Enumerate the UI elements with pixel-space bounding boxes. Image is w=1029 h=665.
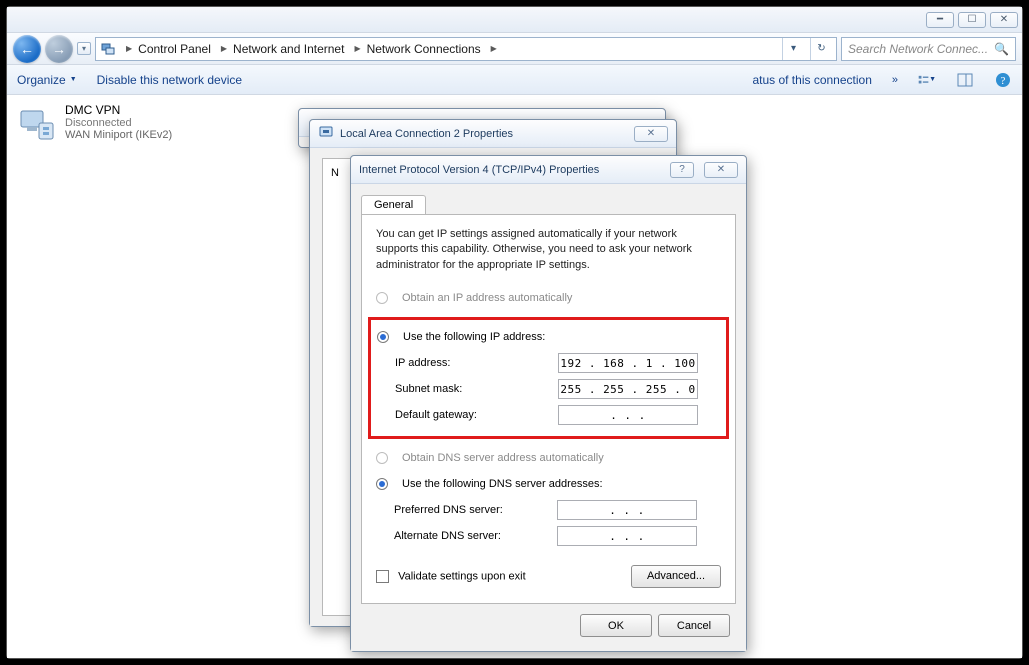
preferred-dns-label: Preferred DNS server: xyxy=(394,504,549,516)
organize-menu[interactable]: Organize ▼ xyxy=(17,73,77,87)
view-options-button[interactable]: ▼ xyxy=(918,71,936,89)
command-bar: Organize ▼ Disable this network device a… xyxy=(7,65,1022,95)
maximize-button[interactable]: ☐ xyxy=(958,12,986,28)
preview-pane-button[interactable] xyxy=(956,71,974,89)
ok-button[interactable]: OK xyxy=(580,614,652,637)
connection-text: DMC VPN Disconnected WAN Miniport (IKEv2… xyxy=(65,103,172,141)
chevron-right-icon: ▶ xyxy=(217,44,231,53)
validate-checkbox-row[interactable]: Validate settings upon exit xyxy=(376,570,526,583)
connection-name: DMC VPN xyxy=(65,103,172,117)
arrow-left-icon: ← xyxy=(20,41,34,57)
alternate-dns-label: Alternate DNS server: xyxy=(394,530,549,542)
default-gateway-label: Default gateway: xyxy=(395,409,550,421)
validate-label: Validate settings upon exit xyxy=(398,570,526,582)
radio-obtain-ip-label: Obtain an IP address automatically xyxy=(402,292,572,304)
breadcrumb-control-panel[interactable]: Control Panel xyxy=(138,42,211,56)
connection-status: Disconnected xyxy=(65,117,172,129)
radio-use-dns-row[interactable]: Use the following DNS server addresses: xyxy=(376,471,721,497)
lan-properties-title: Local Area Connection 2 Properties xyxy=(340,128,513,140)
radio-obtain-ip[interactable] xyxy=(376,292,388,304)
tcpip-description: You can get IP settings assigned automat… xyxy=(376,227,721,273)
ip-address-label: IP address: xyxy=(395,357,550,369)
organize-label: Organize xyxy=(17,73,66,87)
subnet-mask-input[interactable]: 255 . 255 . 255 . 0 xyxy=(558,379,698,399)
tab-strip: General xyxy=(361,192,736,214)
tcpip-titlebar[interactable]: Internet Protocol Version 4 (TCP/IPv4) P… xyxy=(351,156,746,184)
breadcrumb-network-connections[interactable]: Network Connections xyxy=(367,42,481,56)
lan-body-letter: N xyxy=(331,167,339,179)
tab-general[interactable]: General xyxy=(361,195,426,214)
status-label: atus of this connection xyxy=(752,73,871,87)
nav-history-dropdown[interactable]: ▾ xyxy=(77,42,91,55)
window-chrome: ━ ☐ ✕ xyxy=(7,7,1022,33)
cancel-button[interactable]: Cancel xyxy=(658,614,730,637)
chevron-down-icon: ▼ xyxy=(70,76,77,83)
tcpip-help-button[interactable]: ? xyxy=(670,162,694,178)
close-button[interactable]: ✕ xyxy=(990,12,1018,28)
radio-use-ip[interactable] xyxy=(377,331,389,343)
dialog-button-row: OK Cancel xyxy=(357,604,740,639)
address-bar: ← → ▾ ▶ Control Panel ▶ Network and Inte… xyxy=(7,33,1022,65)
refresh-icon: ↻ xyxy=(817,43,825,54)
radio-use-dns-label: Use the following DNS server addresses: xyxy=(402,478,603,490)
lan-properties-titlebar[interactable]: Local Area Connection 2 Properties ✕ xyxy=(310,120,676,148)
chevron-right-icon: ▶ xyxy=(487,44,501,53)
chevron-right-icon: ▶ xyxy=(122,44,136,53)
highlighted-ip-section: Use the following IP address: IP address… xyxy=(368,317,729,439)
validate-checkbox[interactable] xyxy=(376,570,389,583)
radio-use-ip-row[interactable]: Use the following IP address: xyxy=(377,324,720,350)
breadcrumb-bar[interactable]: ▶ Control Panel ▶ Network and Internet ▶… xyxy=(95,37,837,61)
disable-label: Disable this network device xyxy=(97,73,242,87)
chevron-right-icon: ▶ xyxy=(350,44,364,53)
network-adapter-icon xyxy=(318,124,334,143)
alternate-dns-input[interactable]: . . . xyxy=(557,526,697,546)
svg-text:?: ? xyxy=(1001,75,1006,87)
search-icon: 🔍 xyxy=(994,42,1009,56)
breadcrumb-network-internet[interactable]: Network and Internet xyxy=(233,42,344,56)
ip-address-input[interactable]: 192 . 168 . 1 . 100 xyxy=(558,353,698,373)
radio-obtain-dns-label: Obtain DNS server address automatically xyxy=(402,452,604,464)
preferred-dns-input[interactable]: . . . xyxy=(557,500,697,520)
search-input[interactable]: Search Network Connec... 🔍 xyxy=(841,37,1016,61)
status-of-connection[interactable]: atus of this connection xyxy=(752,73,871,87)
refresh-button[interactable]: ↻ xyxy=(810,38,832,60)
default-gateway-input[interactable]: . . . xyxy=(558,405,698,425)
connection-item-dmc-vpn[interactable]: DMC VPN Disconnected WAN Miniport (IKEv2… xyxy=(17,103,172,650)
forward-button[interactable]: → xyxy=(45,35,73,63)
advanced-button[interactable]: Advanced... xyxy=(631,565,721,588)
subnet-mask-label: Subnet mask: xyxy=(395,383,550,395)
connection-device: WAN Miniport (IKEv2) xyxy=(65,129,172,141)
network-icon xyxy=(100,41,116,57)
help-button[interactable]: ? xyxy=(994,71,1012,89)
radio-obtain-dns[interactable] xyxy=(376,452,388,464)
minimize-button[interactable]: ━ xyxy=(926,12,954,28)
lan-close-button[interactable]: ✕ xyxy=(634,126,668,142)
radio-use-ip-label: Use the following IP address: xyxy=(403,331,545,343)
radio-obtain-dns-row[interactable]: Obtain DNS server address automatically xyxy=(376,445,721,471)
tcpip-close-button[interactable]: ✕ xyxy=(704,162,738,178)
tab-panel-general: You can get IP settings assigned automat… xyxy=(361,214,736,604)
tcpip-title: Internet Protocol Version 4 (TCP/IPv4) P… xyxy=(359,164,599,176)
radio-use-dns[interactable] xyxy=(376,478,388,490)
tcpip-properties-dialog: Internet Protocol Version 4 (TCP/IPv4) P… xyxy=(350,155,747,652)
chevron-down-icon: ▼ xyxy=(929,76,936,83)
overflow-menu[interactable]: » xyxy=(892,74,898,86)
arrow-right-icon: → xyxy=(52,41,66,57)
search-placeholder: Search Network Connec... xyxy=(848,42,988,56)
back-button[interactable]: ← xyxy=(13,35,41,63)
vpn-icon xyxy=(17,103,57,143)
tcpip-body: General You can get IP settings assigned… xyxy=(351,184,746,651)
disable-network-device[interactable]: Disable this network device xyxy=(97,73,242,87)
radio-obtain-ip-row[interactable]: Obtain an IP address automatically xyxy=(376,285,721,311)
address-dropdown[interactable]: ▾ xyxy=(782,38,804,60)
